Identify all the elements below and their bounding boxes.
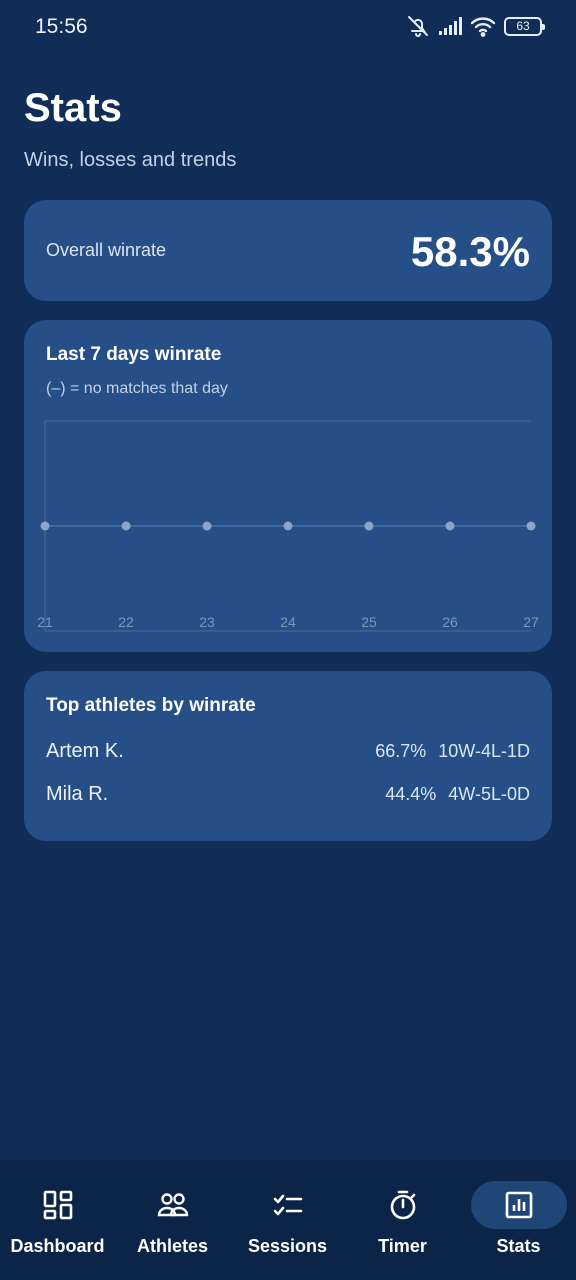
athlete-name: Mila R. — [46, 783, 109, 805]
nav-item-athletes[interactable]: Athletes — [115, 1160, 230, 1280]
nav-label: Timer — [378, 1236, 427, 1256]
dashboard-icon — [43, 1190, 72, 1220]
athlete-stats: 44.4% 4W-5L-0D — [385, 784, 530, 805]
chart-x-tick-label: 27 — [523, 614, 539, 630]
chart-x-tick-label: 23 — [199, 614, 215, 630]
athlete-winrate: 44.4% — [385, 784, 437, 804]
chart-point — [445, 521, 455, 531]
athlete-record: 10W-4L-1D — [438, 741, 530, 761]
weekly-winrate-card: Last 7 days winrate (–) = no matches tha… — [24, 320, 552, 652]
battery-level: 63 — [516, 19, 530, 33]
battery-icon: 63 — [504, 16, 545, 36]
chart-point — [526, 521, 536, 531]
chart-x-tick-label: 22 — [118, 614, 134, 630]
nav-label: Stats — [496, 1236, 541, 1256]
page-subtitle: Wins, losses and trends — [24, 149, 237, 171]
sessions-icon — [273, 1194, 302, 1216]
page-title: Stats — [24, 86, 122, 130]
athlete-row[interactable]: Artem K. 66.7% 10W-4L-1D — [46, 740, 530, 766]
top-athletes-card: Top athletes by winrate Artem K. 66.7% 10… — [24, 671, 552, 841]
winrate-chart: 21 22 23 24 25 26 27 — [37, 420, 539, 632]
status-icons: 63 — [406, 14, 545, 38]
overall-winrate-label: Overall winrate — [46, 240, 167, 260]
status-time: 15:56 — [35, 15, 88, 38]
athlete-winrate: 66.7% — [375, 741, 427, 761]
bottom-navigation: Dashboard Athletes Sessions Timer Stats — [0, 1160, 576, 1280]
nav-label: Sessions — [247, 1236, 328, 1256]
timer-icon — [390, 1190, 415, 1220]
nav-item-timer[interactable]: Timer — [345, 1160, 460, 1280]
signal-icon — [438, 16, 462, 36]
stats-screen: 15:56 63 Stats Wins, losses and trends O… — [0, 0, 576, 1280]
nav-item-sessions[interactable]: Sessions — [230, 1160, 345, 1280]
wifi-icon — [470, 15, 496, 37]
nav-item-stats[interactable]: Stats — [461, 1160, 576, 1280]
overall-winrate-value: 58.3% — [410, 228, 530, 275]
status-bar: 15:56 63 — [0, 0, 576, 54]
chart-point — [40, 521, 50, 531]
athlete-row[interactable]: Mila R. 44.4% 4W-5L-0D — [46, 783, 530, 809]
chart-point — [364, 521, 374, 531]
nav-label: Dashboard — [10, 1236, 105, 1256]
chart-point — [121, 521, 131, 531]
chart-x-tick-label: 24 — [280, 614, 296, 630]
athlete-name: Artem K. — [46, 740, 124, 762]
nav-item-dashboard[interactable]: Dashboard — [0, 1160, 115, 1280]
chart-point — [202, 521, 212, 531]
chart-x-tick-label: 26 — [442, 614, 458, 630]
overall-winrate-card: Overall winrate 58.3% — [24, 200, 552, 301]
athlete-stats: 66.7% 10W-4L-1D — [375, 741, 530, 762]
top-athletes-title: Top athletes by winrate — [46, 695, 256, 716]
stats-icon — [505, 1191, 532, 1219]
athletes-icon — [157, 1193, 188, 1217]
mute-icon — [406, 14, 430, 38]
athlete-record: 4W-5L-0D — [448, 784, 530, 804]
chart-x-tick-label: 25 — [361, 614, 377, 630]
nav-label: Athletes — [136, 1236, 208, 1256]
chart-point — [283, 521, 293, 531]
chart-x-tick-label: 21 — [37, 614, 53, 630]
